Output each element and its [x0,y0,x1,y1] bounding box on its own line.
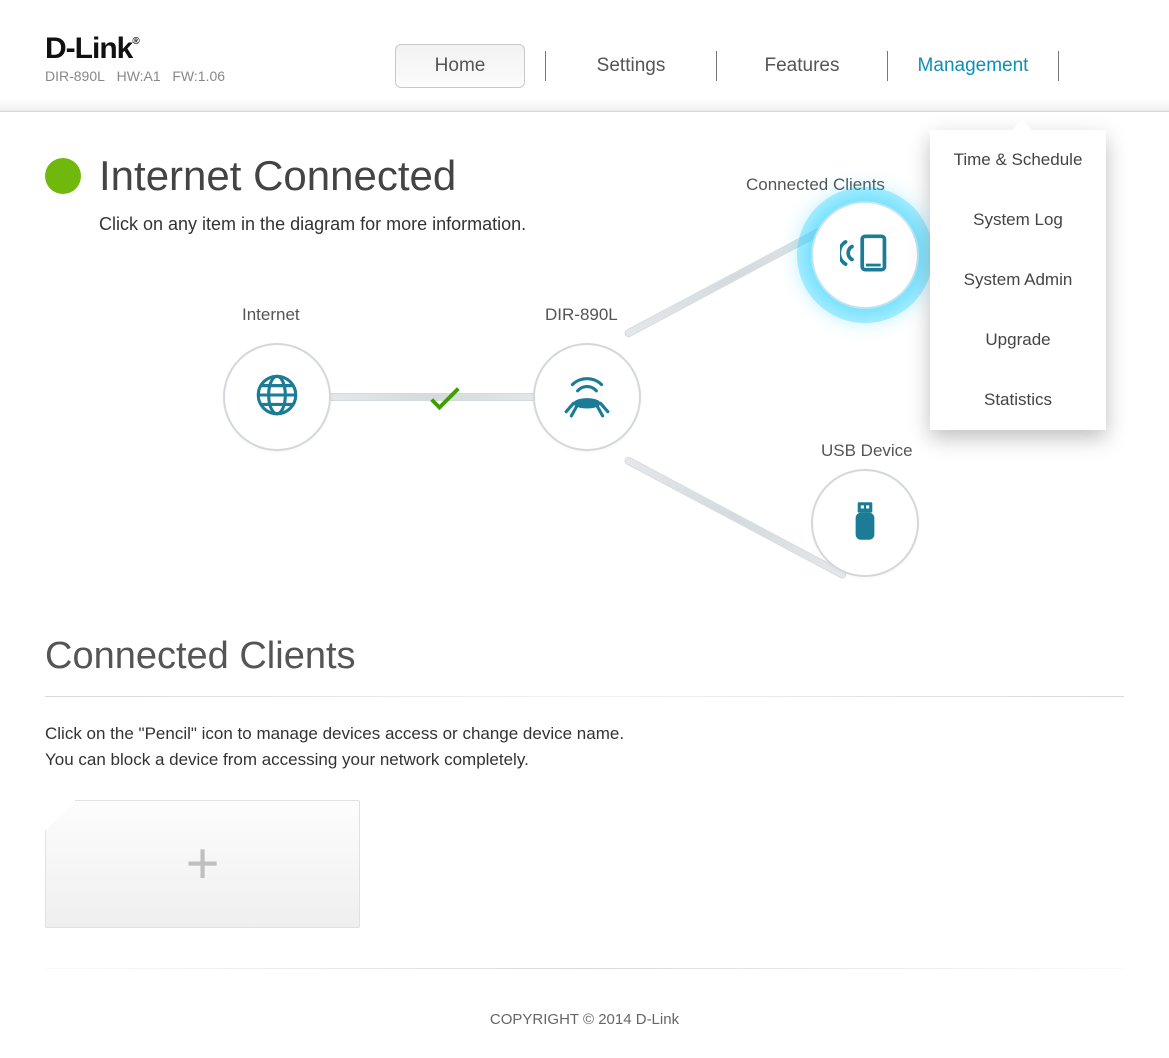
section-title-clients: Connected Clients [45,635,1124,678]
dropdown-statistics[interactable]: Statistics [930,370,1106,430]
brand-logo: D-Link® [45,32,375,66]
footer-copyright: COPYRIGHT © 2014 D-Link [0,999,1169,1058]
divider [45,696,1124,697]
header-bar: D-Link® DIR-890L HW:A1 FW:1.06 Home Sett… [0,0,1169,112]
node-router[interactable] [533,343,641,451]
diagram-label-usb: USB Device [821,441,913,461]
brand-block: D-Link® DIR-890L HW:A1 FW:1.06 [45,0,375,84]
node-usb-device[interactable] [811,469,919,577]
diagram-label-internet: Internet [242,305,300,325]
dropdown-upgrade[interactable]: Upgrade [930,310,1106,370]
node-connected-clients[interactable] [811,201,919,309]
plus-icon: + [186,835,220,893]
wireless-device-icon [840,228,890,283]
add-client-card[interactable]: + [45,800,360,928]
nav-settings[interactable]: Settings [546,45,716,87]
nav-management[interactable]: Management [888,45,1058,87]
nav-features[interactable]: Features [717,45,887,87]
diagram-label-clients: Connected Clients [746,175,885,195]
device-info: DIR-890L HW:A1 FW:1.06 [45,68,375,84]
divider [45,968,1124,969]
dropdown-time-schedule[interactable]: Time & Schedule [930,130,1106,190]
usb-icon [840,496,890,551]
nav-separator [1058,51,1059,81]
dropdown-system-log[interactable]: System Log [930,190,1106,250]
management-dropdown: Time & Schedule System Log System Admin … [930,130,1106,430]
globe-icon [252,370,302,425]
nav-home[interactable]: Home [395,44,525,88]
diagram-label-router: DIR-890L [545,305,618,325]
connection-ok-icon [423,375,467,429]
clients-desc-2: You can block a device from accessing yo… [45,747,1124,773]
node-internet[interactable] [223,343,331,451]
page-title: Internet Connected [99,152,456,200]
clients-desc-1: Click on the "Pencil" icon to manage dev… [45,721,1124,747]
device-fw: FW:1.06 [172,68,225,84]
router-icon [562,370,612,425]
dropdown-system-admin[interactable]: System Admin [930,250,1106,310]
device-model: DIR-890L [45,68,105,84]
device-hw: HW:A1 [117,68,161,84]
main-nav: Home Settings Features Management [375,0,1059,88]
status-indicator-icon [45,158,81,194]
